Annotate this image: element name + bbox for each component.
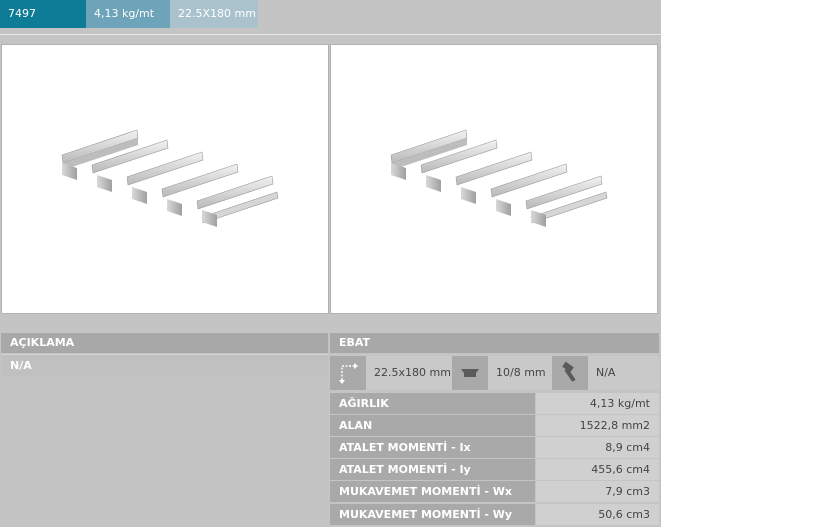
dimension-size: 22.5x180 mm	[374, 366, 451, 379]
description-value: N/A	[1, 354, 328, 376]
property-value: 8,9 cm4	[536, 437, 659, 458]
product-header-bar: 7497 4,13 kg/mt 22.5X180 mm	[0, 0, 258, 28]
dimension-icon	[330, 356, 366, 390]
property-value: 455,6 cm4	[536, 459, 659, 480]
product-code: 7497	[0, 0, 86, 28]
product-image-box-1[interactable]	[1, 44, 329, 314]
aluminum-profile-image	[390, 129, 608, 227]
aluminum-profile-image	[61, 129, 279, 227]
slot-nut-icon	[452, 356, 488, 390]
property-label: AĞIRLIK	[330, 393, 535, 414]
property-label: MUKAVEMET MOMENTİ - Wy	[330, 504, 535, 525]
slot-size: 10/8 mm	[496, 366, 546, 379]
property-label: ATALET MOMENTİ - Iy	[330, 459, 535, 480]
product-panel: 7497 4,13 kg/mt 22.5X180 mm AÇIKLAMA N/A…	[0, 0, 661, 527]
product-weight: 4,13 kg/mt	[86, 0, 170, 28]
property-label: MUKAVEMET MOMENTİ - Wx	[330, 481, 535, 502]
product-size: 22.5X180 mm	[170, 0, 258, 28]
description-header: AÇIKLAMA	[1, 333, 328, 353]
bolt-icon	[552, 356, 588, 390]
bolt-value: N/A	[596, 366, 616, 379]
dimensions-row: 22.5x180 mm 10/8 mm N/A	[330, 356, 659, 390]
property-value: 4,13 kg/mt	[536, 393, 659, 414]
dimensions-header: EBAT	[330, 333, 659, 353]
product-image-box-2[interactable]	[330, 44, 658, 314]
property-label: ALAN	[330, 415, 535, 436]
property-value: 50,6 cm3	[536, 504, 659, 525]
header-divider	[0, 34, 661, 35]
property-value: 7,9 cm3	[536, 481, 659, 502]
property-label: ATALET MOMENTİ - Ix	[330, 437, 535, 458]
property-value: 1522,8 mm2	[536, 415, 659, 436]
